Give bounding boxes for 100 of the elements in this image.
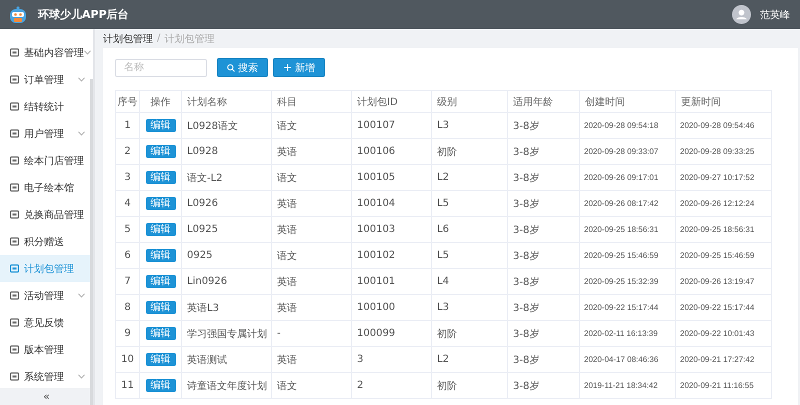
table-cell: L2 — [432, 347, 508, 373]
table-cell: 100104 — [352, 191, 432, 217]
table-cell: 100101 — [352, 269, 432, 295]
table-cell: 语文-L2 — [182, 165, 272, 191]
table-cell: 语文 — [272, 165, 352, 191]
table-cell: L3 — [432, 295, 508, 321]
sidebar-item[interactable]: 结转统计 — [0, 93, 93, 120]
table-cell: 英语 — [272, 139, 352, 165]
table-cell: 2020-09-28 09:54:18 — [580, 113, 676, 139]
sidebar-item[interactable]: 积分赠送 — [0, 228, 93, 255]
table-cell: 3-8岁 — [508, 113, 580, 139]
table-cell: 2020-09-25 15:46:59 — [580, 243, 676, 269]
table-cell: 2020-09-25 18:56:31 — [580, 217, 676, 243]
sidebar-item[interactable]: 系统管理 — [0, 363, 93, 388]
table-cell: 100106 — [352, 139, 432, 165]
column-header: 创建时间 — [580, 91, 676, 113]
table-cell: Lin0926 — [182, 269, 272, 295]
table-cell: 100100 — [352, 295, 432, 321]
table-cell: 英语 — [272, 191, 352, 217]
table-cell: 英语测试 — [182, 347, 272, 373]
table-cell: 2020-04-17 08:46:36 — [580, 347, 676, 373]
breadcrumb-item[interactable]: 计划包管理 — [103, 32, 153, 46]
column-header: 操作 — [140, 91, 182, 113]
table-cell: 3 — [352, 347, 432, 373]
table-cell: 2020-09-28 09:33:25 — [676, 139, 772, 165]
table-cell: 英语 — [272, 295, 352, 321]
collapse-button[interactable]: « — [0, 388, 93, 405]
column-header: 科目 — [272, 91, 352, 113]
table-cell: 2020-09-25 15:32:39 — [580, 269, 676, 295]
table-cell: 0925 — [182, 243, 272, 269]
table-cell: 6 — [116, 243, 140, 269]
table-cell: L5 — [432, 243, 508, 269]
user-name[interactable]: 范英峰 — [760, 8, 790, 22]
column-header: 级别 — [432, 91, 508, 113]
table-cell: 初阶 — [432, 373, 508, 399]
table-cell: 2020-09-25 18:56:31 — [676, 217, 772, 243]
table-cell: L6 — [432, 217, 508, 243]
sidebar-item[interactable]: 电子绘本馆 — [0, 174, 93, 201]
table-cell: 100102 — [352, 243, 432, 269]
breadcrumb-separator: / — [157, 33, 160, 44]
table-cell: L0925 — [182, 217, 272, 243]
table-cell: 3 — [116, 165, 140, 191]
table-cell: 2019-11-21 18:34:42 — [580, 373, 676, 399]
name-input-field[interactable]: 名称 — [115, 58, 207, 76]
table-cell: 2 — [352, 373, 432, 399]
table-cell: 2020-09-26 08:17:42 — [580, 191, 676, 217]
column-header: 序号 — [116, 91, 140, 113]
table-cell: 初阶 — [432, 139, 508, 165]
table-cell: 3-8岁 — [508, 269, 580, 295]
table-cell: 2020-09-22 15:17:44 — [676, 295, 772, 321]
table-cell: 3-8岁 — [508, 165, 580, 191]
column-header: 更新时间 — [676, 91, 772, 113]
table-cell: 语文 — [272, 243, 352, 269]
table-cell: 2020-09-27 10:17:52 — [676, 165, 772, 191]
table-cell: 8 — [116, 295, 140, 321]
table-cell: L5 — [432, 191, 508, 217]
table-cell: 2020-09-26 12:12:24 — [676, 191, 772, 217]
table-cell: 3-8岁 — [508, 243, 580, 269]
sidebar-item[interactable]: 绘本门店管理 — [0, 147, 93, 174]
table-cell: 3-8岁 — [508, 347, 580, 373]
app-title: 环球少儿APP后台 — [38, 7, 129, 22]
breadcrumb-item: 计划包管理 — [164, 32, 214, 46]
sidebar-item[interactable]: 活动管理 — [0, 282, 93, 309]
table-cell: L0928语文 — [182, 113, 272, 139]
sidebar-item[interactable]: 意见反馈 — [0, 309, 93, 336]
table-cell: 5 — [116, 217, 140, 243]
table-cell: 3-8岁 — [508, 217, 580, 243]
table-cell: 100099 — [352, 321, 432, 347]
sidebar-item[interactable]: 用户管理 — [0, 120, 93, 147]
table-cell: 10 — [116, 347, 140, 373]
table-cell: 语文 — [272, 113, 352, 139]
table-cell: 英语 — [272, 269, 352, 295]
sidebar-item[interactable]: 订单管理 — [0, 66, 93, 93]
table-cell: L4 — [432, 269, 508, 295]
table-cell: 语文 — [272, 373, 352, 399]
table-cell: 1 — [116, 113, 140, 139]
sidebar-item[interactable]: 兑换商品管理 — [0, 201, 93, 228]
column-header: 计划名称 — [182, 91, 272, 113]
table-cell: - — [272, 321, 352, 347]
table-cell: 9 — [116, 321, 140, 347]
table-cell: 英语 — [272, 347, 352, 373]
table-cell: 7 — [116, 269, 140, 295]
table-cell: 2020-09-21 11:16:55 — [676, 373, 772, 399]
table-cell: 2020-09-25 15:46:59 — [676, 243, 772, 269]
table-cell: 2020-09-26 09:17:01 — [580, 165, 676, 191]
sidebar-item[interactable]: 版本管理 — [0, 336, 93, 363]
table-cell: 4 — [116, 191, 140, 217]
table-cell: 2020-09-28 09:54:46 — [676, 113, 772, 139]
table-cell: 2020-09-22 10:01:43 — [676, 321, 772, 347]
table-cell: L0928 — [182, 139, 272, 165]
table-cell: 英语L3 — [182, 295, 272, 321]
table-cell: 2020-09-28 09:33:07 — [580, 139, 676, 165]
table-cell: 2020-02-11 16:13:39 — [580, 321, 676, 347]
sidebar-item[interactable]: 基础内容管理 — [0, 39, 93, 66]
table-cell: 100103 — [352, 217, 432, 243]
table-cell: 2 — [116, 139, 140, 165]
table-cell: 学习强国专属计划 — [182, 321, 272, 347]
table-cell: 100107 — [352, 113, 432, 139]
table-cell: 初阶 — [432, 321, 508, 347]
table-cell: 100105 — [352, 165, 432, 191]
